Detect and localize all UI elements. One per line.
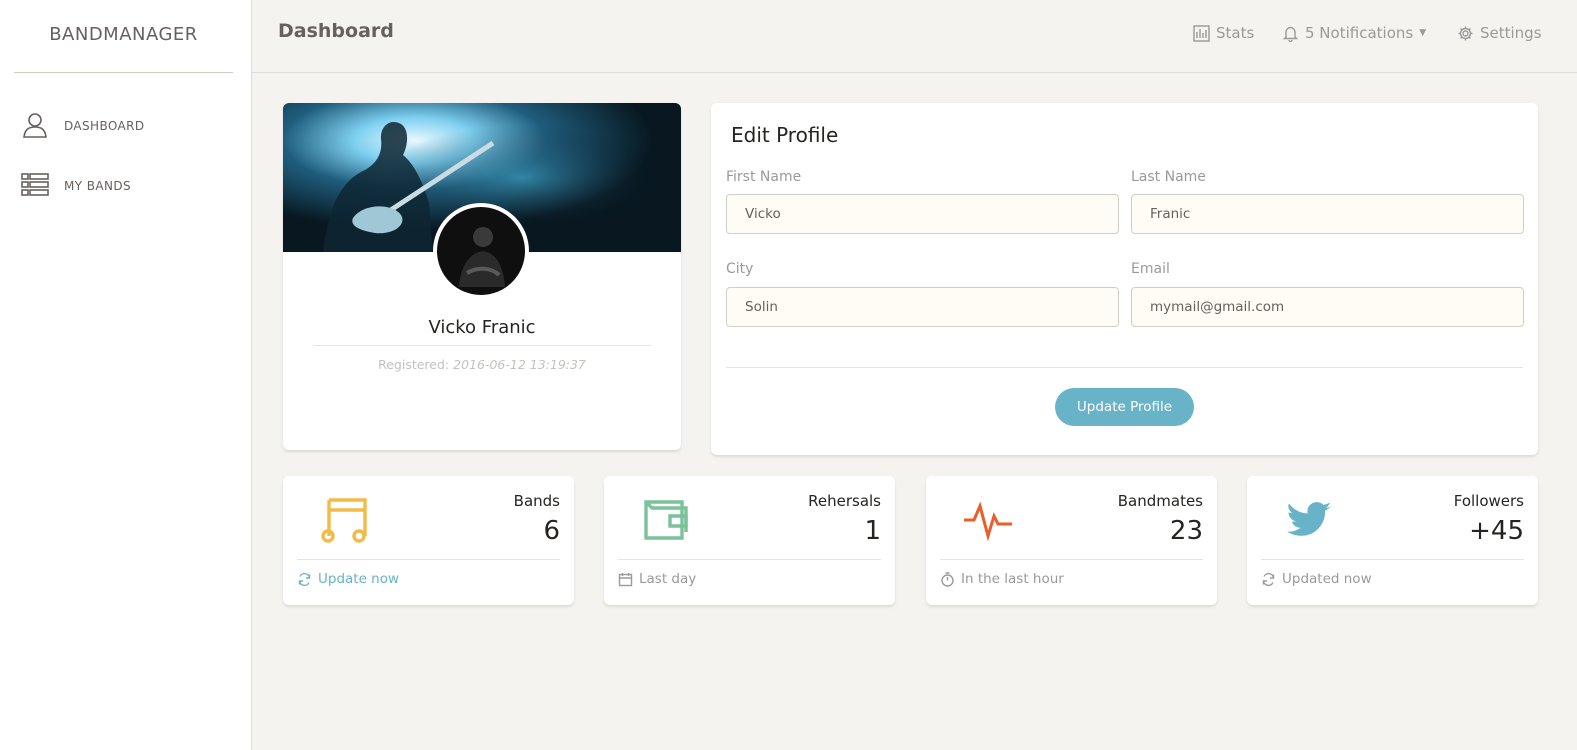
sidebar-item-label: DASHBOARD: [64, 119, 145, 133]
stat-label: Bands: [513, 492, 560, 510]
stat-card-rehersals: Rehersals 1 Last day: [604, 476, 895, 605]
registered-date: 2016-06-12 13:19:37: [453, 357, 586, 372]
pulse-icon: [964, 501, 1012, 542]
settings-label: Settings: [1480, 24, 1542, 42]
divider: [297, 559, 560, 560]
stat-card-bands: Bands 6 Update now: [283, 476, 574, 605]
notifications-dropdown[interactable]: 5 Notifications ▼: [1282, 24, 1426, 42]
wallet-icon: [644, 500, 688, 540]
user-icon: [23, 113, 47, 138]
gear-icon: [1458, 26, 1473, 40]
sidebar-item-my-bands[interactable]: MY BANDS: [0, 166, 250, 206]
edit-profile-card: Edit Profile First Name Last Name City E…: [711, 103, 1538, 455]
stats-link[interactable]: Stats: [1193, 24, 1254, 42]
update-now-link[interactable]: Update now: [297, 571, 399, 587]
stat-footer-text: In the last hour: [961, 571, 1064, 587]
stat-footer-text: Updated now: [1282, 571, 1372, 587]
divider: [618, 559, 881, 560]
stat-card-bandmates: Bandmates 23 In the last hour: [926, 476, 1217, 605]
bell-icon: [1282, 26, 1299, 42]
stat-value: 23: [1169, 516, 1203, 546]
settings-link[interactable]: Settings: [1457, 24, 1542, 42]
profile-card: Vicko Franic Registered: 2016-06-12 13:1…: [283, 103, 681, 450]
list-icon: [21, 173, 49, 196]
update-profile-button[interactable]: Update Profile: [1055, 388, 1194, 426]
music-note-icon: [321, 498, 367, 543]
calendar-icon: [618, 572, 633, 586]
divider: [940, 559, 1203, 560]
divider: [726, 367, 1523, 368]
stat-footer-text: Update now: [318, 571, 400, 587]
divider: [1261, 559, 1524, 560]
stat-footer: Updated now: [1261, 571, 1372, 587]
stat-label: Rehersals: [808, 492, 881, 510]
caret-down-icon: ▼: [1419, 28, 1427, 38]
stat-card-followers: Followers +45 Updated now: [1247, 476, 1538, 605]
last-name-field[interactable]: [1131, 194, 1524, 234]
top-navbar: Dashboard Stats 5 Notifications ▼ Settin…: [252, 0, 1577, 73]
chart-icon: [1193, 24, 1210, 42]
avatar[interactable]: [433, 203, 529, 299]
twitter-icon: [1287, 502, 1332, 536]
stat-footer: Last day: [618, 571, 696, 587]
sidebar-item-dashboard[interactable]: DASHBOARD: [0, 106, 250, 146]
edit-profile-title: Edit Profile: [731, 123, 839, 147]
stats-label: Stats: [1216, 24, 1255, 42]
timer-icon: [941, 571, 954, 587]
sidebar: BANDMANAGER DASHBOARD MY BANDS: [0, 0, 252, 750]
first-name-field[interactable]: [726, 194, 1119, 234]
notifications-label: 5 Notifications: [1305, 24, 1414, 42]
refresh-icon: [1262, 572, 1275, 586]
page-title[interactable]: Dashboard: [278, 20, 394, 42]
registered-info: Registered: 2016-06-12 13:19:37: [283, 357, 681, 372]
stat-label: Followers: [1453, 492, 1524, 510]
first-name-label: First Name: [726, 169, 802, 185]
stat-footer: In the last hour: [940, 571, 1064, 587]
refresh-icon: [298, 572, 311, 586]
city-label: City: [726, 261, 754, 277]
stat-value: 6: [543, 516, 560, 546]
stat-value: 1: [864, 516, 881, 546]
avatar-image: [437, 207, 525, 295]
stat-value: +45: [1469, 516, 1524, 546]
sidebar-item-label: MY BANDS: [64, 179, 131, 193]
email-label: Email: [1131, 261, 1170, 277]
email-field[interactable]: [1131, 287, 1524, 327]
divider: [313, 345, 651, 346]
brand-logo[interactable]: BANDMANAGER: [14, 0, 233, 73]
city-field[interactable]: [726, 287, 1119, 327]
registered-label: Registered:: [378, 357, 450, 372]
profile-name: Vicko Franic: [428, 317, 536, 338]
last-name-label: Last Name: [1131, 169, 1206, 185]
stat-label: Bandmates: [1117, 492, 1203, 510]
stat-footer-text: Last day: [639, 571, 697, 587]
